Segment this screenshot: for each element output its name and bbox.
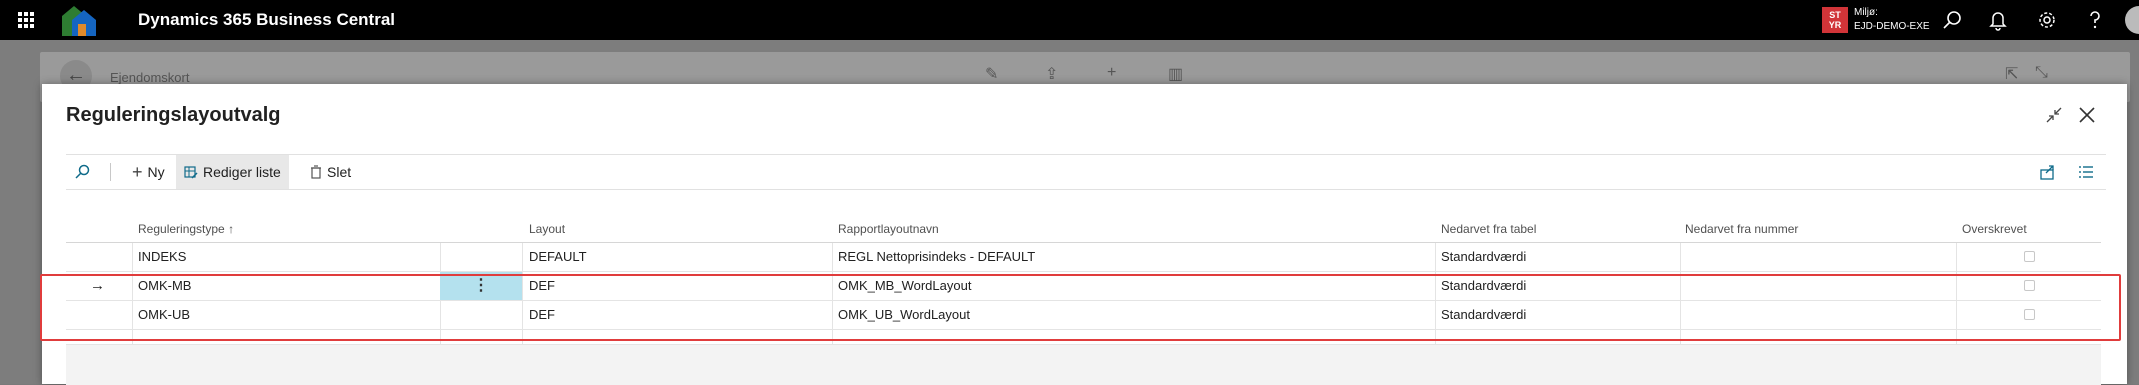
search-icon[interactable] bbox=[1941, 9, 1963, 31]
waffle-icon[interactable] bbox=[18, 12, 34, 28]
column-divider bbox=[522, 330, 523, 344]
edit-list-button[interactable]: Rediger liste bbox=[176, 155, 289, 189]
dialog-title: Reguleringslayoutvalg bbox=[66, 104, 281, 126]
user-avatar[interactable] bbox=[2125, 6, 2139, 34]
cell-type[interactable]: INDEKS bbox=[138, 243, 186, 271]
app-title: Dynamics 365 Business Central bbox=[138, 10, 396, 29]
table-header: Reguleringstype ↑ Layout Rapportlayoutna… bbox=[66, 214, 2101, 243]
share-icon: ⇪ bbox=[1045, 66, 1059, 83]
cell-layout[interactable]: DEFAULT bbox=[529, 243, 587, 271]
column-divider bbox=[440, 301, 441, 329]
table-row[interactable]: INDEKS DEFAULT REGL Nettoprisindeks - DE… bbox=[66, 243, 2101, 272]
overwritten-checkbox[interactable] bbox=[2024, 309, 2035, 320]
column-divider bbox=[1956, 301, 1957, 329]
column-header-report-layout-name[interactable]: Rapportlayoutnavn bbox=[838, 222, 939, 236]
column-header-type[interactable]: Reguleringstype ↑ bbox=[138, 222, 234, 236]
column-divider bbox=[1435, 272, 1436, 300]
layout-table: Reguleringstype ↑ Layout Rapportlayoutna… bbox=[66, 214, 2101, 385]
close-icon[interactable] bbox=[2077, 105, 2097, 125]
column-divider bbox=[1956, 330, 1957, 344]
pencil-icon: ✎ bbox=[985, 66, 999, 83]
cell-report-layout-name[interactable]: REGL Nettoprisindeks - DEFAULT bbox=[838, 243, 1035, 271]
column-divider bbox=[132, 301, 133, 329]
column-divider bbox=[832, 301, 833, 329]
gear-icon[interactable] bbox=[2036, 9, 2058, 31]
column-header-type-label: Reguleringstype bbox=[138, 222, 225, 236]
overwritten-checkbox[interactable] bbox=[2024, 280, 2035, 291]
open-new-icon: ⇱ bbox=[2005, 66, 2019, 83]
cell-inherited-table[interactable]: Standardværdi bbox=[1441, 272, 1526, 300]
column-divider bbox=[1435, 243, 1436, 271]
edit-list-button-label: Rediger liste bbox=[203, 164, 281, 180]
trash-icon: ▥ bbox=[1168, 66, 1184, 83]
column-divider bbox=[1680, 272, 1681, 300]
column-divider bbox=[132, 243, 133, 271]
column-header-layout[interactable]: Layout bbox=[529, 222, 565, 236]
column-divider bbox=[1956, 272, 1957, 300]
new-button-label: Ny bbox=[147, 164, 165, 180]
cell-layout[interactable]: DEF bbox=[529, 301, 555, 329]
search-icon[interactable] bbox=[74, 164, 90, 180]
trash-icon bbox=[311, 165, 321, 179]
empty-area-fill bbox=[66, 345, 2101, 385]
column-divider bbox=[1680, 301, 1681, 329]
column-divider bbox=[440, 330, 441, 344]
dialog: Reguleringslayoutvalg + Ny Rediger liste… bbox=[42, 84, 2127, 385]
column-divider bbox=[832, 243, 833, 271]
sort-ascending-icon: ↑ bbox=[228, 222, 235, 236]
new-button[interactable]: + Ny bbox=[124, 155, 173, 189]
table-row-current[interactable]: → OMK-MB ⋮ DEF OMK_MB_WordLayout Standar… bbox=[66, 272, 2101, 301]
cell-layout[interactable]: DEF bbox=[529, 272, 555, 300]
delete-button[interactable]: Slet bbox=[302, 155, 359, 189]
share-icon[interactable] bbox=[2039, 163, 2057, 181]
plus-icon: + bbox=[132, 162, 143, 182]
cell-inherited-table[interactable]: Standardværdi bbox=[1441, 243, 1526, 271]
bell-icon[interactable] bbox=[1987, 9, 2009, 31]
cell-inherited-table[interactable]: Standardværdi bbox=[1441, 301, 1526, 329]
environment-badge[interactable]: ST YR bbox=[1822, 7, 1848, 33]
environment-label: Miljø: bbox=[1854, 7, 1878, 18]
list-icon[interactable] bbox=[2077, 163, 2095, 181]
overwritten-checkbox[interactable] bbox=[2024, 251, 2035, 262]
column-divider bbox=[522, 272, 523, 300]
environment-badge-line1: ST bbox=[1829, 10, 1841, 20]
column-divider bbox=[1680, 243, 1681, 271]
plus-icon: + bbox=[1107, 64, 1117, 81]
column-divider bbox=[440, 243, 441, 271]
column-header-overwritten[interactable]: Overskrevet bbox=[1962, 222, 2027, 236]
cell-report-layout-name[interactable]: OMK_MB_WordLayout bbox=[838, 272, 971, 300]
column-divider bbox=[522, 301, 523, 329]
column-divider bbox=[1680, 330, 1681, 344]
action-bar: + Ny Rediger liste Slet bbox=[66, 154, 2106, 190]
top-bar: Dynamics 365 Business Central ST YR Milj… bbox=[0, 0, 2139, 40]
column-divider bbox=[132, 330, 133, 344]
help-icon[interactable] bbox=[2084, 9, 2106, 31]
background-page-title: Ejendomskort bbox=[110, 70, 190, 85]
cell-type[interactable]: OMK-MB bbox=[138, 272, 191, 300]
table-empty-area bbox=[66, 345, 2101, 385]
cell-type[interactable]: OMK-UB bbox=[138, 301, 190, 329]
environment-value: EJD-DEMO-EXE bbox=[1854, 21, 1930, 32]
separator bbox=[110, 163, 111, 181]
column-divider bbox=[132, 272, 133, 300]
current-row-arrow-icon: → bbox=[90, 277, 105, 294]
column-divider bbox=[522, 243, 523, 271]
company-logo bbox=[62, 6, 96, 36]
column-divider bbox=[832, 272, 833, 300]
delete-button-label: Slet bbox=[327, 164, 352, 180]
collapse-icon[interactable] bbox=[2045, 106, 2063, 124]
column-header-inherited-table[interactable]: Nedarvet fra tabel bbox=[1441, 222, 1536, 236]
column-divider bbox=[1435, 330, 1436, 344]
table-row[interactable]: OMK-UB DEF OMK_UB_WordLayout Standardvær… bbox=[66, 301, 2101, 330]
column-divider bbox=[832, 330, 833, 344]
table-row-new[interactable] bbox=[66, 330, 2101, 345]
environment-badge-line2: YR bbox=[1828, 20, 1842, 30]
collapse-icon: ⤡ bbox=[2035, 64, 2048, 81]
column-header-inherited-number[interactable]: Nedarvet fra nummer bbox=[1685, 222, 1798, 236]
row-menu-button[interactable]: ⋮ bbox=[440, 272, 522, 300]
edit-list-icon bbox=[184, 166, 198, 179]
column-divider bbox=[1956, 243, 1957, 271]
column-divider bbox=[1435, 301, 1436, 329]
cell-report-layout-name[interactable]: OMK_UB_WordLayout bbox=[838, 301, 970, 329]
